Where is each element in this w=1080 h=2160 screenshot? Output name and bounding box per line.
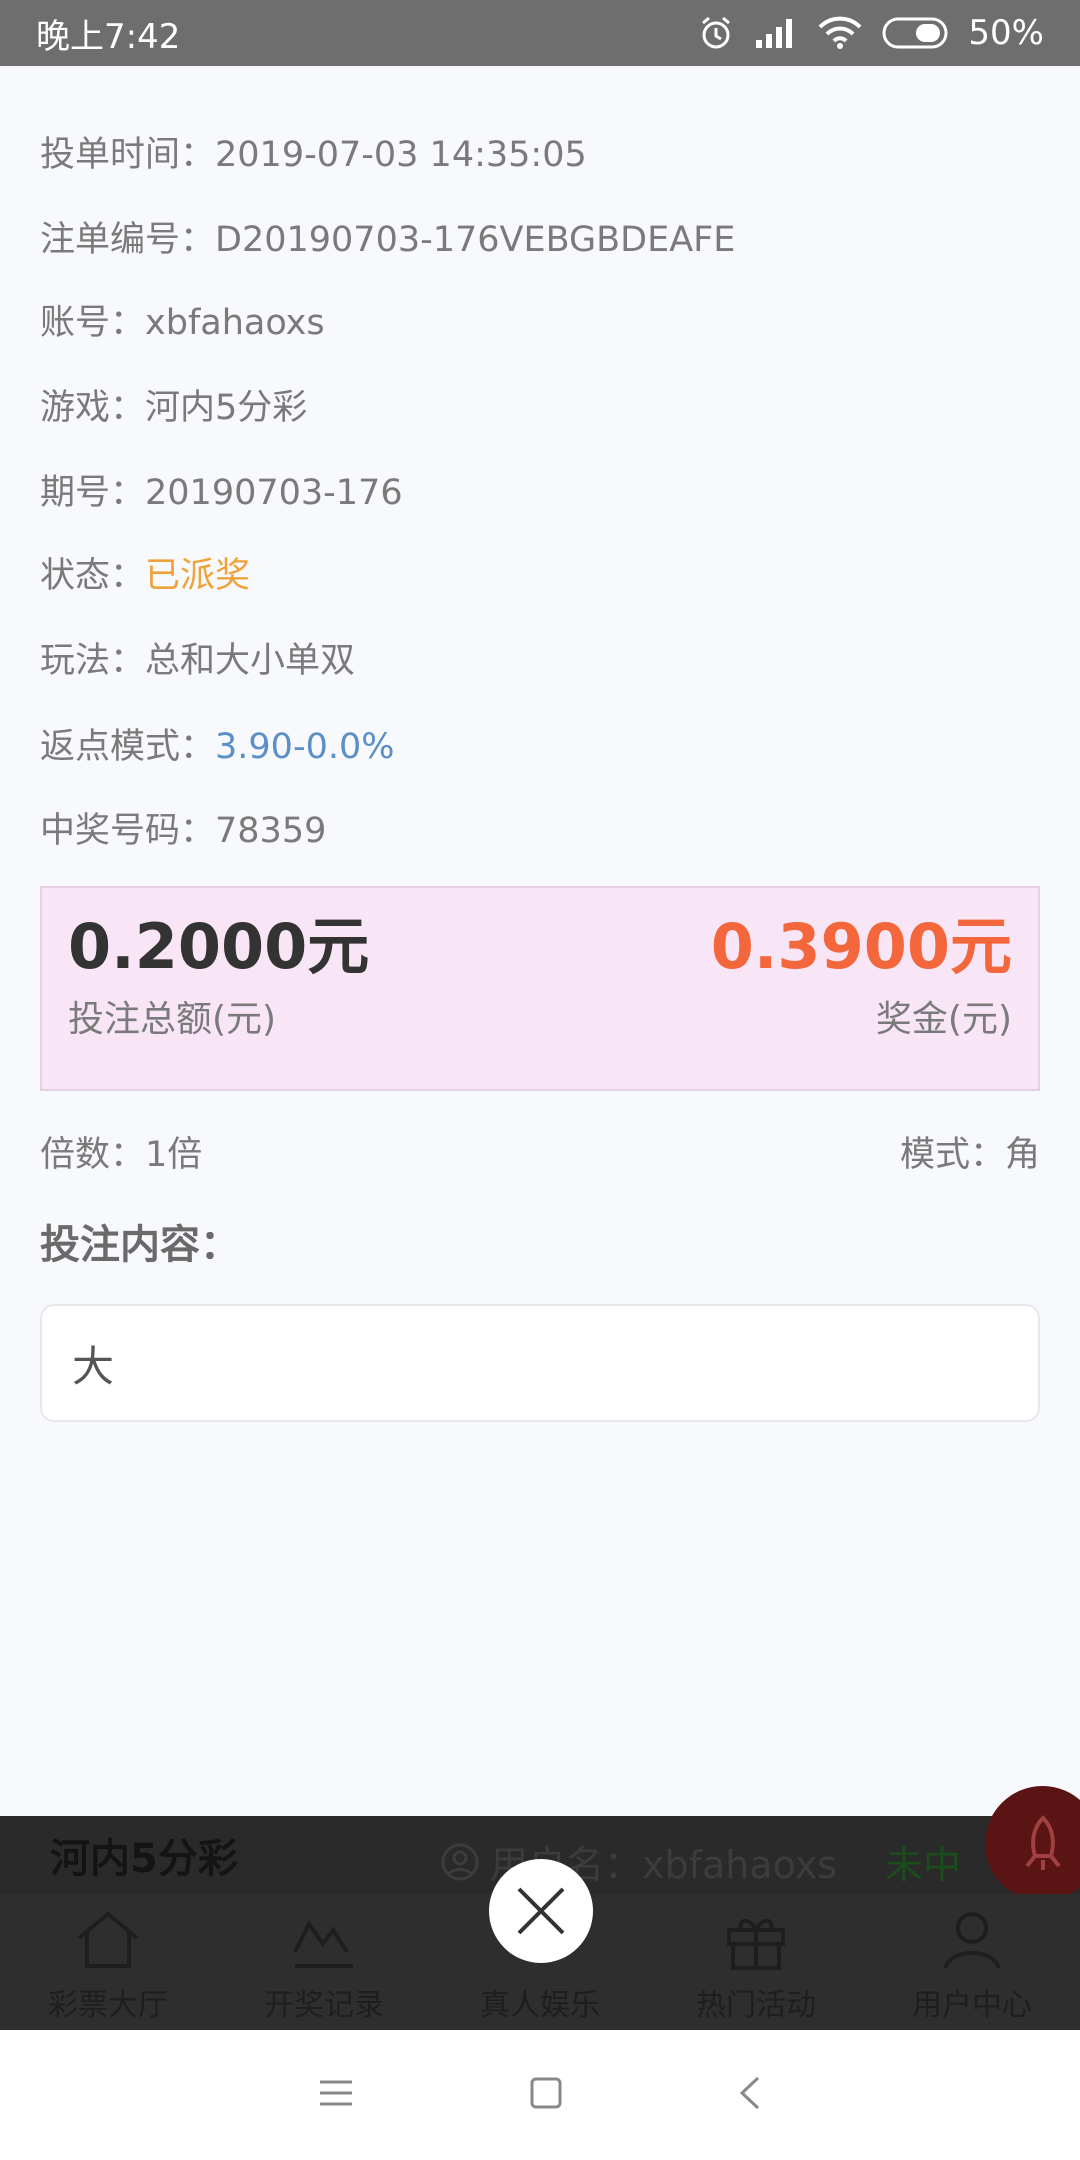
signal-icon xyxy=(756,19,793,48)
prize-value: 0.3900元 xyxy=(710,910,1012,983)
home-nav-button[interactable] xyxy=(529,2076,563,2114)
background-status: 未中 xyxy=(885,1843,962,1887)
detail-row-issue: 期号：20190703-176 xyxy=(40,473,403,513)
bet-mode: 模式：角 xyxy=(899,1135,1040,1175)
bet-content-value: 大 xyxy=(72,1341,115,1391)
status-bar: 晚上7:42 50% xyxy=(0,0,1080,66)
bet-total-value: 0.2000元 xyxy=(68,910,370,983)
user-icon xyxy=(943,1912,1001,1969)
detail-row-account: 账号：xbfahaoxs xyxy=(40,303,325,343)
system-nav-bar xyxy=(0,2030,1080,2160)
status-badge: 已派奖 xyxy=(145,556,251,596)
user-circle-icon xyxy=(441,1843,479,1880)
chart-line-icon xyxy=(293,1920,353,1968)
detail-row-play: 玩法：总和大小单双 xyxy=(40,641,356,681)
amount-summary: 0.2000元 投注总额(元) 0.3900元 奖金(元) xyxy=(40,886,1040,1091)
menu-nav-button[interactable] xyxy=(318,2078,354,2112)
tab-user-center: 用户中心 xyxy=(864,1894,1080,2030)
bet-content-title: 投注内容： xyxy=(40,1222,240,1268)
tab-hot-events: 热门活动 xyxy=(648,1894,864,2030)
bet-total-label: 投注总额(元) xyxy=(68,999,277,1041)
alarm-icon xyxy=(702,16,731,49)
detail-row-status: 状态：已派奖 xyxy=(40,556,251,596)
gift-icon xyxy=(727,1918,785,1970)
detail-row-bet-time: 投单时间：2019-07-03 14:35:05 xyxy=(40,135,587,175)
close-icon xyxy=(517,1887,565,1935)
rocket-icon xyxy=(1024,1814,1061,1870)
battery-icon xyxy=(882,17,948,49)
tab-draw-records: 开奖记录 xyxy=(216,1894,432,2030)
bet-content-box: 大 xyxy=(40,1304,1040,1422)
detail-row-rebate: 返点模式：3.90-0.0% xyxy=(40,727,395,767)
background-title: 河内5分彩 xyxy=(50,1836,238,1882)
prize-label: 奖金(元) xyxy=(875,999,1012,1041)
square-icon xyxy=(530,2077,562,2109)
close-button[interactable] xyxy=(489,1859,593,1963)
menu-icon xyxy=(319,2080,352,2106)
bet-total: 0.2000元 投注总额(元) xyxy=(68,910,369,1042)
status-icons: 50% xyxy=(698,13,1044,53)
detail-row-game: 游戏：河内5分彩 xyxy=(40,388,308,428)
bet-detail-panel: 投单时间：2019-07-03 14:35:05 注单编号：D20190703-… xyxy=(0,66,1080,1816)
detail-row-order-no: 注单编号：D20190703-176VEBGBDEAFE xyxy=(40,220,736,260)
detail-row-winning-number: 中奖号码：78359 xyxy=(40,811,327,851)
back-chevron-icon xyxy=(740,2076,760,2110)
back-nav-button[interactable] xyxy=(738,2075,762,2115)
multiplier: 倍数：1倍 xyxy=(40,1135,203,1175)
wifi-icon xyxy=(818,16,862,49)
battery-percent: 50% xyxy=(968,13,1044,53)
home-icon xyxy=(77,1911,139,1968)
tab-lottery-hall: 彩票大厅 xyxy=(0,1894,216,2030)
prize: 0.3900元 奖金(元) xyxy=(711,910,1012,1042)
status-time: 晚上7:42 xyxy=(36,16,181,57)
